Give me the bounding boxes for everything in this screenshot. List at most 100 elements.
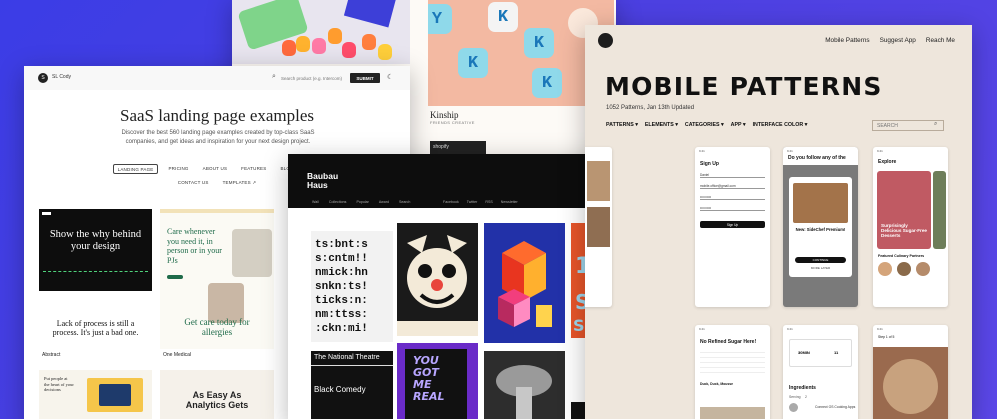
poster-isometric-art <box>498 241 552 327</box>
one-medical-thumbnail[interactable]: Care whenever you need it, in person or … <box>160 209 274 349</box>
gummy-bear-shape <box>342 42 356 58</box>
menu-search[interactable]: Search <box>399 200 410 204</box>
premium-question: Do you follow any of the <box>783 155 858 165</box>
brand-line-2: Haus <box>307 180 328 190</box>
poster-clown[interactable] <box>397 223 478 336</box>
chip-templates[interactable]: TEMPLATES ↗ <box>219 178 261 188</box>
logo-text[interactable]: SL Cody <box>52 74 71 80</box>
nav-reach-me[interactable]: Reach Me <box>926 37 955 44</box>
keycap-shape: K <box>532 68 562 98</box>
gummy-bear-shape <box>362 34 376 50</box>
phone-screen-ingredients[interactable]: 9:41 30MIN 11 Ingredients Serving 2 Conn… <box>783 325 858 419</box>
abstract-thumbnail-bottom[interactable]: Lack of process is still a process. It's… <box>39 292 152 349</box>
one-medical-label: One Medical <box>163 352 192 358</box>
poster-typography[interactable]: ts:bnt:s s:cntm!! nmick:hn snkn:ts! tick… <box>311 231 393 342</box>
submit-button[interactable]: SUBMIT <box>350 73 380 83</box>
poster-mushroom[interactable] <box>484 351 565 419</box>
ingredients-extra[interactable]: Connect OS Cooking Apps <box>815 405 855 409</box>
one-medical-topbar <box>160 209 274 213</box>
search-input[interactable] <box>281 74 347 82</box>
name-field[interactable]: Daniel <box>700 169 765 178</box>
poster-typography-art: ts:bnt:s s:cntm!! nmick:hn snkn:ts! tick… <box>315 239 368 335</box>
password-field[interactable]: •••••••••• <box>700 191 765 200</box>
filter-categories[interactable]: CATEGORIES ▾ <box>685 122 724 128</box>
recipe-count: 11 <box>834 350 839 355</box>
baubau-logo[interactable]: Baubau Haus <box>307 172 338 190</box>
explore-banner-image[interactable]: Surprisingly Delicious Sugar-Free Desser… <box>877 171 931 249</box>
abstract-thumbnail[interactable]: Show the why behind your design <box>39 209 152 291</box>
ingredients-servings-num[interactable]: 2 <box>805 395 807 399</box>
continue-button[interactable]: CONTINUE <box>795 257 846 263</box>
poster-isometric[interactable] <box>484 223 565 343</box>
avatar[interactable] <box>878 262 892 276</box>
phone-screen-premium[interactable]: 9:41 Do you follow any of the New: SideC… <box>783 147 858 307</box>
filter-app[interactable]: APP ▾ <box>731 122 746 128</box>
keycap-shape: K <box>524 28 554 58</box>
explore-side-image[interactable] <box>933 171 946 249</box>
gummy-bear-shape <box>312 38 326 54</box>
phone-screen-signup[interactable]: 9:41 Sign Up Daniel mobile.office@gmail.… <box>695 147 770 307</box>
black-comedy-title: Black Comedy <box>314 385 366 394</box>
premium-food-image <box>793 183 848 223</box>
page-title: SaaS landing page examples <box>119 106 315 125</box>
chip-landing-page[interactable]: LANDING PAGE <box>112 164 159 174</box>
phone-screen-partial[interactable] <box>585 147 612 307</box>
filter-interface-color[interactable]: INTERFACE COLOR ▾ <box>753 122 808 128</box>
menu-twitter[interactable]: Twitter <box>467 200 478 204</box>
sugar-subtitle: Duck, Duck, Mousse <box>700 382 733 386</box>
mobile-patterns-logo-icon[interactable] <box>598 33 613 48</box>
menu-rss[interactable]: RSS <box>485 200 492 204</box>
menu-popular[interactable]: Popular <box>356 200 368 204</box>
svg-text:nmick:hn: nmick:hn <box>315 267 368 279</box>
one-medical-headline: Care whenever you need it, in person or … <box>167 227 222 265</box>
menu-award[interactable]: Award <box>379 200 389 204</box>
email-field[interactable]: mobile.office@gmail.com <box>700 180 765 189</box>
mobile-patterns-window: Mobile Patterns Suggest App Reach Me MOB… <box>585 25 972 419</box>
analytics-thumbnail[interactable]: As Easy As Analytics Gets <box>160 370 274 419</box>
keycap-shape: K <box>488 2 518 32</box>
analytics-headline: As Easy As Analytics Gets <box>185 390 249 410</box>
decisions-dashboard <box>99 384 131 406</box>
dark-mode-icon[interactable]: ☾ <box>387 73 393 81</box>
avatar[interactable] <box>897 262 911 276</box>
phone-screen-no-refined-sugar[interactable]: 9:41 No Refined Sugar Here! Duck, Duck, … <box>695 325 770 419</box>
gummy-bear-shape <box>296 36 310 52</box>
svg-text::ckn:mi!: :ckn:mi! <box>315 323 368 335</box>
ingredients-serving: Serving <box>789 395 801 399</box>
filter-elements[interactable]: ELEMENTS ▾ <box>645 122 678 128</box>
confirm-password-field[interactable]: •••••••••• <box>700 202 765 211</box>
one-medical-body-text: Get care today for allergies <box>184 317 250 337</box>
signup-button[interactable]: Sign Up <box>700 221 765 228</box>
poster-clown-art <box>397 235 478 336</box>
menu-collections[interactable]: Collections <box>329 200 347 204</box>
status-bar: 9:41 <box>787 327 793 331</box>
poster-national-theatre[interactable]: The National Theatre Black Comedy <box>311 351 393 419</box>
chip-pricing[interactable]: PRICING <box>164 164 192 174</box>
decisions-headline: Put people at the heart of your decision… <box>44 376 74 392</box>
menu-newsletter[interactable]: Newsletter <box>501 200 518 204</box>
avatar[interactable] <box>916 262 930 276</box>
abstract-body-text: Lack of process is still a process. It's… <box>52 319 139 337</box>
phone-screen-explore[interactable]: 9:41 Explore Surprisingly Delicious Suga… <box>873 147 948 307</box>
phone-screen-step[interactable]: 9:41 Step 1 of 5 <box>873 325 948 419</box>
sugar-title: No Refined Sugar Here! <box>700 339 757 345</box>
menu-facebook[interactable]: Facebook <box>443 200 459 204</box>
page-description: Discover the best 560 landing page examp… <box>121 130 315 145</box>
nav-suggest-app[interactable]: Suggest App <box>880 37 916 44</box>
gummy-bear-shape <box>378 44 392 60</box>
menu-wall[interactable]: Wall <box>312 200 319 204</box>
search-icon: ⌕ <box>934 121 938 127</box>
nav-mobile-patterns[interactable]: Mobile Patterns <box>825 37 869 44</box>
premium-title: New: SideChef Premium! <box>795 227 846 232</box>
filter-patterns[interactable]: PATTERNS ▾ <box>606 122 638 128</box>
decisions-thumbnail[interactable]: Put people at the heart of your decision… <box>39 370 152 419</box>
logo-icon[interactable]: S <box>38 73 48 83</box>
chip-features[interactable]: FEATURES <box>237 164 270 174</box>
more-later-link[interactable]: MORE LATER <box>789 266 852 270</box>
chip-contact-us[interactable]: CONTACT US <box>174 178 213 188</box>
avatar <box>789 403 798 412</box>
status-bar: 9:41 <box>699 327 705 331</box>
chip-about-us[interactable]: ABOUT US <box>199 164 232 174</box>
poster-you-got-me-real[interactable]: YOU GOT ME REAL <box>397 343 478 419</box>
kinship-caption: Kinship FRIENDS CREATIVE <box>430 110 475 125</box>
